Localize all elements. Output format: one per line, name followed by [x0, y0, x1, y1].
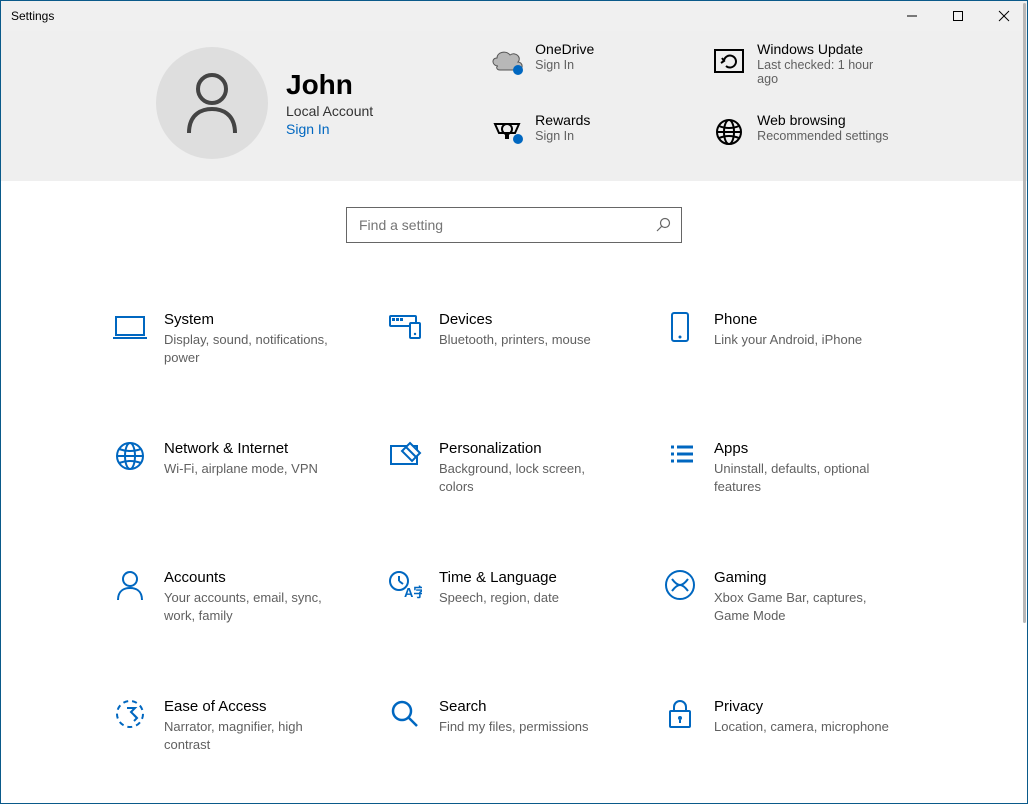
gaming-icon [662, 567, 698, 603]
network-icon [112, 438, 148, 474]
quick-rewards[interactable]: Rewards Sign In [483, 112, 683, 160]
category-title: Personalization [439, 440, 615, 457]
category-title: Time & Language [439, 569, 559, 586]
category-network[interactable]: Network & Internet Wi-Fi, airplane mode,… [104, 430, 374, 505]
maximize-icon [952, 10, 964, 22]
scrollbar-thumb[interactable] [1023, 3, 1026, 623]
category-gaming[interactable]: Gaming Xbox Game Bar, captures, Game Mod… [654, 559, 924, 634]
category-privacy[interactable]: Privacy Location, camera, microphone [654, 688, 924, 763]
category-sub: Xbox Game Bar, captures, Game Mode [714, 589, 890, 624]
category-sub: Background, lock screen, colors [439, 460, 615, 495]
search-category-icon [387, 696, 423, 732]
category-sub: Wi-Fi, airplane mode, VPN [164, 460, 318, 478]
window-controls [889, 1, 1027, 31]
category-sub: Narrator, magnifier, high contrast [164, 718, 340, 753]
category-apps[interactable]: Apps Uninstall, defaults, optional featu… [654, 430, 924, 505]
categories-grid: System Display, sound, notifications, po… [104, 301, 924, 783]
category-title: Search [439, 698, 589, 715]
rewards-icon [483, 112, 531, 152]
onedrive-icon [483, 41, 531, 81]
quick-title: Web browsing [757, 112, 888, 128]
close-icon [998, 10, 1010, 22]
quick-onedrive[interactable]: OneDrive Sign In [483, 41, 683, 94]
apps-icon [662, 438, 698, 474]
profile-subtitle: Local Account [286, 103, 373, 119]
personalization-icon [387, 438, 423, 474]
ease-of-access-icon [112, 696, 148, 732]
category-sub: Link your Android, iPhone [714, 331, 862, 349]
category-title: Gaming [714, 569, 890, 586]
maximize-button[interactable] [935, 1, 981, 31]
account-header: John Local Account Sign In OneDrive Sign… [1, 31, 1027, 181]
category-title: Devices [439, 311, 591, 328]
minimize-button[interactable] [889, 1, 935, 31]
category-title: System [164, 311, 340, 328]
avatar [156, 47, 268, 159]
profile-sign-in-link[interactable]: Sign In [286, 121, 330, 137]
quick-title: Windows Update [757, 41, 897, 57]
globe-icon [705, 112, 753, 152]
category-system[interactable]: System Display, sound, notifications, po… [104, 301, 374, 376]
category-devices[interactable]: Devices Bluetooth, printers, mouse [379, 301, 649, 376]
category-search[interactable]: Search Find my files, permissions [379, 688, 649, 763]
category-sub: Bluetooth, printers, mouse [439, 331, 591, 349]
content-area: System Display, sound, notifications, po… [1, 181, 1027, 783]
category-sub: Your accounts, email, sync, work, family [164, 589, 340, 624]
phone-icon [662, 309, 698, 345]
category-ease-of-access[interactable]: Ease of Access Narrator, magnifier, high… [104, 688, 374, 763]
quick-cards: OneDrive Sign In Windows Update Last che… [483, 41, 905, 159]
category-title: Ease of Access [164, 698, 340, 715]
category-sub: Location, camera, microphone [714, 718, 889, 736]
profile-name: John [286, 69, 373, 101]
quick-sub: Sign In [535, 58, 594, 72]
quick-sub: Recommended settings [757, 129, 888, 143]
category-sub: Uninstall, defaults, optional features [714, 460, 890, 495]
privacy-icon [662, 696, 698, 732]
category-title: Accounts [164, 569, 340, 586]
svg-text:A字: A字 [404, 585, 422, 600]
category-title: Apps [714, 440, 890, 457]
accounts-icon [112, 567, 148, 603]
category-sub: Find my files, permissions [439, 718, 589, 736]
category-sub: Display, sound, notifications, power [164, 331, 340, 366]
search-input[interactable] [357, 216, 655, 234]
settings-window: Settings John Local Account [0, 0, 1028, 804]
quick-sub: Sign In [535, 129, 590, 143]
quick-sub: Last checked: 1 hour ago [757, 58, 897, 86]
category-time-language[interactable]: A字 Time & Language Speech, region, date [379, 559, 649, 634]
category-title: Network & Internet [164, 440, 318, 457]
titlebar: Settings [1, 1, 1027, 31]
time-language-icon: A字 [387, 567, 423, 603]
category-personalization[interactable]: Personalization Background, lock screen,… [379, 430, 649, 505]
category-sub: Speech, region, date [439, 589, 559, 607]
devices-icon [387, 309, 423, 345]
search-box[interactable] [346, 207, 682, 243]
user-icon [183, 71, 241, 135]
category-title: Phone [714, 311, 862, 328]
quick-title: Rewards [535, 112, 590, 128]
minimize-icon [906, 10, 918, 22]
system-icon [112, 309, 148, 345]
category-phone[interactable]: Phone Link your Android, iPhone [654, 301, 924, 376]
quick-windows-update[interactable]: Windows Update Last checked: 1 hour ago [705, 41, 905, 94]
search-icon [655, 217, 671, 233]
window-title: Settings [11, 9, 54, 23]
quick-web-browsing[interactable]: Web browsing Recommended settings [705, 112, 905, 160]
scrollbar[interactable] [1021, 2, 1026, 802]
category-title: Privacy [714, 698, 889, 715]
category-accounts[interactable]: Accounts Your accounts, email, sync, wor… [104, 559, 374, 634]
update-icon [705, 41, 753, 81]
profile-block: John Local Account Sign In [156, 47, 373, 159]
quick-title: OneDrive [535, 41, 594, 57]
